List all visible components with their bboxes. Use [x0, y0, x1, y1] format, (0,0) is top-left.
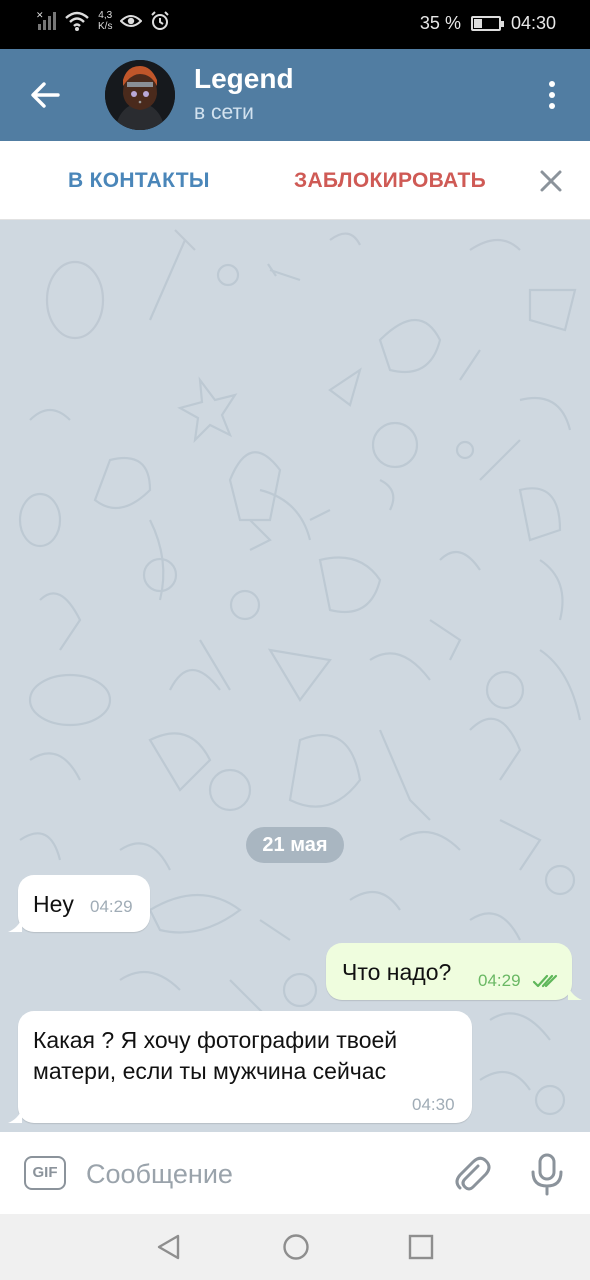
outgoing-message[interactable]: Что надо? 04:29: [326, 943, 582, 1000]
network-speed-value: 4,3: [98, 10, 113, 21]
bubble-tail: [568, 986, 582, 1000]
online-status: в сети: [194, 101, 254, 124]
date-separator: 21 мая: [246, 827, 344, 863]
wifi-icon: [65, 11, 89, 31]
back-button[interactable]: [22, 75, 68, 115]
incoming-message[interactable]: Какая ? Я хочу фотографии твоей матери, …: [8, 1011, 472, 1123]
more-vertical-dot: [549, 103, 555, 109]
status-time: 04:30: [510, 13, 556, 33]
svg-text:✕: ✕: [36, 10, 44, 20]
more-menu-button[interactable]: [540, 75, 564, 115]
message-text: Что надо?: [342, 959, 452, 985]
message-text: Hey: [33, 891, 74, 917]
gif-button[interactable]: GIF: [24, 1156, 66, 1190]
more-vertical-dot: [549, 92, 555, 98]
system-navigation-bar: [0, 1214, 590, 1280]
message-time: 04:30: [412, 1095, 455, 1114]
add-to-contacts-button[interactable]: В КОНТАКТЫ: [68, 169, 210, 193]
battery-percent: 35 %: [419, 13, 461, 33]
arrow-left-icon: [31, 82, 60, 108]
avatar[interactable]: [105, 60, 175, 130]
close-action-bar-button[interactable]: [536, 166, 566, 196]
message-input[interactable]: [86, 1154, 416, 1194]
battery-charging-icon: [470, 16, 504, 31]
block-user-button[interactable]: ЗАБЛОКИРОВАТЬ: [294, 169, 486, 193]
microphone-icon: [531, 1153, 563, 1196]
paperclip-icon: [455, 1156, 491, 1191]
eye-icon: [120, 15, 143, 27]
no-sim-signal-icon: ✕: [36, 10, 56, 30]
chat-title[interactable]: Legend: [194, 63, 294, 95]
bubble-tail: [8, 1109, 22, 1123]
message-time: 04:29: [90, 897, 133, 916]
attach-button[interactable]: [452, 1154, 492, 1194]
message-list[interactable]: 21 мая Hey 04:29 Что надо? 04:29 Какая ?…: [0, 220, 590, 1132]
more-vertical-icon: [549, 81, 555, 87]
network-speed: 4,3 K/s: [98, 10, 112, 32]
voice-message-button[interactable]: [528, 1152, 566, 1196]
circle-home-icon: [283, 1234, 309, 1260]
triangle-back-icon: [157, 1234, 180, 1260]
status-bar: ✕ 4,3 K/s 35 % 04:30: [0, 0, 590, 49]
message-text: Какая ? Я хочу фотографии твоей матери, …: [33, 1027, 398, 1084]
bubble-tail: [8, 918, 22, 932]
chat-header: Legend в сети: [0, 49, 590, 141]
close-icon: [540, 170, 562, 192]
alarm-icon: [151, 11, 170, 30]
message-time: 04:29: [478, 971, 521, 990]
nav-recents-button[interactable]: [406, 1232, 436, 1262]
network-speed-unit: K/s: [98, 21, 113, 32]
contact-action-bar: В КОНТАКТЫ ЗАБЛОКИРОВАТЬ: [0, 141, 590, 220]
composer: GIF: [0, 1132, 590, 1214]
nav-back-button[interactable]: [154, 1232, 184, 1262]
nav-home-button[interactable]: [281, 1232, 311, 1262]
square-recents-icon: [408, 1234, 434, 1260]
incoming-message[interactable]: Hey 04:29: [8, 875, 150, 932]
double-check-icon: [532, 974, 558, 988]
